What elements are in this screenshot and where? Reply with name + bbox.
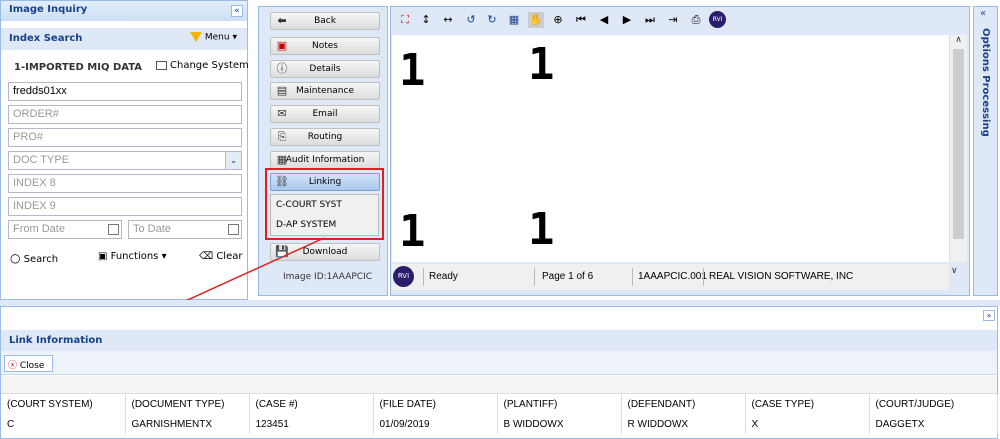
grid-blank-header bbox=[1, 376, 997, 394]
table-cell[interactable]: DAGGETX bbox=[869, 414, 998, 434]
close-label: Close bbox=[19, 361, 45, 371]
column-header: (FILE DATE) bbox=[373, 394, 498, 414]
link-toolbar bbox=[1, 351, 997, 375]
table-cell[interactable]: B WIDDOWX bbox=[497, 414, 622, 434]
close-button[interactable]: ⓧ Close bbox=[4, 355, 53, 372]
column-header: (COURT/JUDGE) bbox=[869, 394, 998, 414]
column-header: (CASE #) bbox=[249, 394, 374, 414]
column-header: (COURT SYSTEM) bbox=[1, 394, 126, 414]
table-cell[interactable]: 123451 bbox=[249, 414, 374, 434]
close-icon: ⓧ bbox=[8, 361, 18, 371]
collapse-bottom-icon[interactable]: » bbox=[983, 310, 995, 321]
table-cell[interactable]: X bbox=[745, 414, 870, 434]
column-header: (DOCUMENT TYPE) bbox=[125, 394, 250, 414]
table-cell[interactable]: 01/09/2019 bbox=[373, 414, 498, 434]
column-header: (DEFENDANT) bbox=[621, 394, 746, 414]
link-info-title: Link Information bbox=[9, 335, 103, 346]
link-table: (COURT SYSTEM) (DOCUMENT TYPE) (CASE #) … bbox=[1, 394, 998, 434]
table-cell[interactable]: R WIDDOWX bbox=[621, 414, 746, 434]
table-cell[interactable]: GARNISHMENTX bbox=[125, 414, 250, 434]
column-header: (PLANTIFF) bbox=[497, 394, 622, 414]
table-header-row: (COURT SYSTEM) (DOCUMENT TYPE) (CASE #) … bbox=[1, 394, 998, 414]
table-cell[interactable]: C bbox=[1, 414, 126, 434]
column-header: (CASE TYPE) bbox=[745, 394, 870, 414]
table-row[interactable]: C GARNISHMENTX 123451 01/09/2019 B WIDDO… bbox=[1, 414, 998, 434]
link-info-header: Link Information bbox=[1, 330, 997, 351]
